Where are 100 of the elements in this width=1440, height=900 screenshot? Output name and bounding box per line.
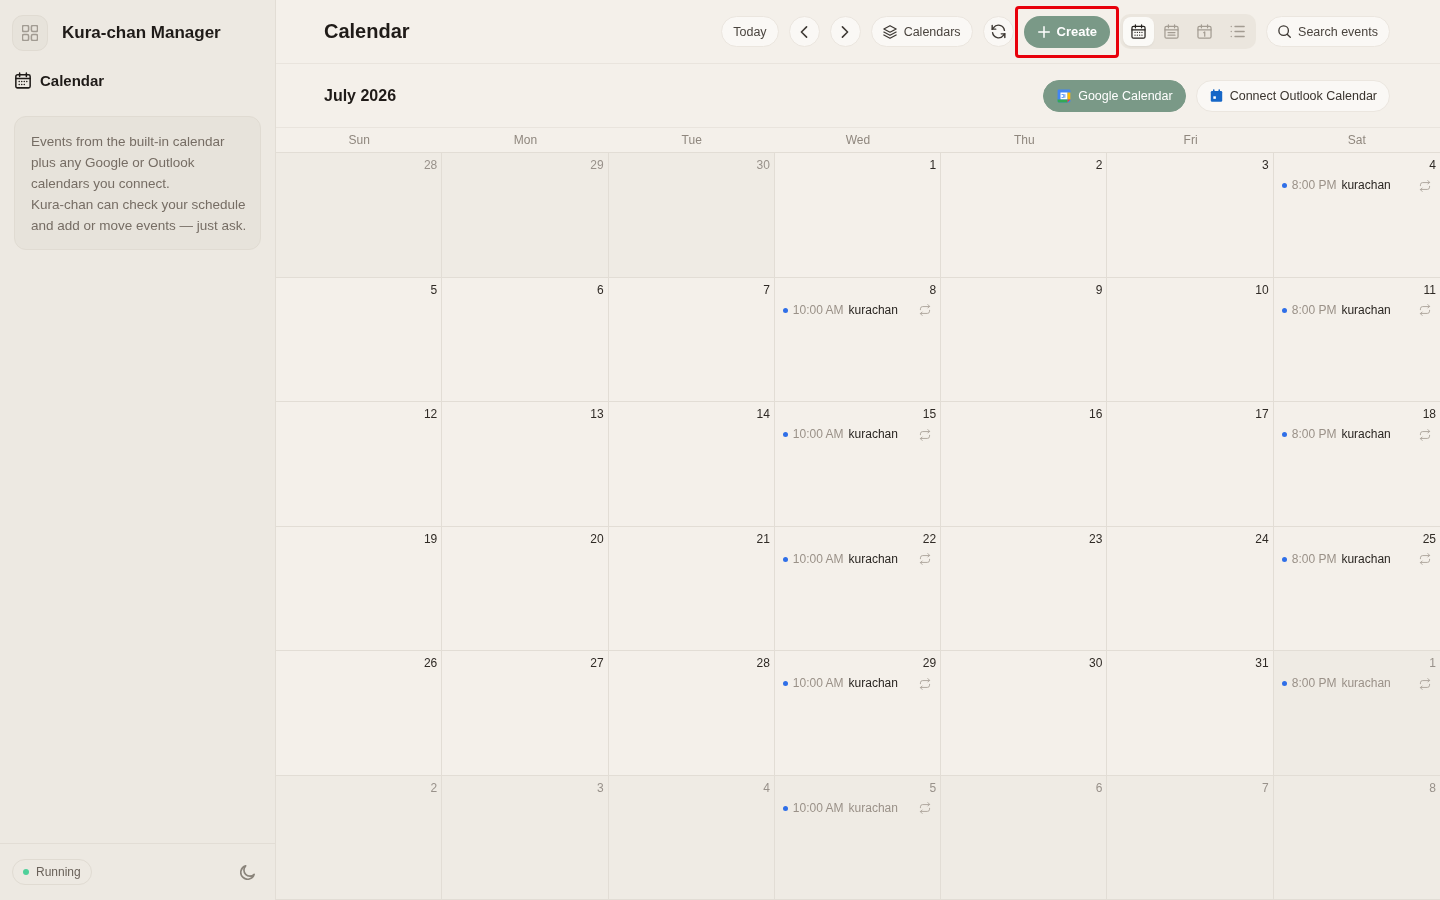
date-number: 8 — [1429, 780, 1436, 796]
event-time: 10:00 AM — [792, 302, 844, 318]
date-number: 6 — [1095, 780, 1103, 796]
event-time: 8:00 PM — [1291, 178, 1337, 193]
date-number: 4 — [763, 780, 770, 796]
moon-icon — [240, 864, 255, 880]
calendar-icon — [1209, 89, 1223, 102]
date-number: 5 — [430, 282, 438, 298]
date-number: 15 — [922, 407, 937, 422]
month-view-button[interactable] — [1123, 17, 1155, 46]
date-number: 2 — [1095, 158, 1103, 173]
date-number: 2 — [430, 780, 438, 796]
refresh-icon — [990, 24, 1006, 39]
calendar-lines-icon — [1164, 24, 1180, 39]
weekday-label: Thu — [1013, 133, 1035, 147]
event-time: 8:00 PM — [1291, 302, 1337, 318]
date-number: 27 — [590, 656, 604, 671]
date-number: 1 — [1429, 656, 1436, 671]
date-number: 19 — [423, 531, 438, 547]
date-number: 10 — [1255, 282, 1269, 298]
apps-button[interactable] — [12, 15, 48, 51]
event-dot-icon — [782, 556, 788, 562]
event-title[interactable]: kurachan — [1341, 551, 1391, 567]
date-number: 20 — [590, 531, 604, 547]
date-number: 4 — [1429, 158, 1436, 173]
calendars-button[interactable]: Calendars — [870, 16, 973, 47]
date-number: 31 — [1255, 656, 1269, 671]
date-number: 13 — [590, 407, 604, 422]
app-title: Kura-chan Manager — [62, 23, 221, 43]
event-time: 10:00 AM — [792, 676, 844, 691]
search-icon — [1278, 25, 1292, 38]
date-number: 28 — [423, 158, 438, 173]
date-number: 14 — [756, 407, 770, 422]
date-number: 25 — [1422, 531, 1436, 547]
event-time: 8:00 PM — [1291, 676, 1337, 691]
event-title[interactable]: kurachan — [1341, 302, 1391, 318]
weekday-label: Fri — [1183, 133, 1198, 147]
date-number: 22 — [922, 531, 937, 547]
theme-toggle-button[interactable] — [240, 864, 255, 880]
date-number: 29 — [922, 656, 937, 671]
page-title: Calendar — [324, 20, 410, 43]
weekday-label: Sat — [1347, 133, 1366, 147]
date-number: 9 — [1095, 282, 1103, 298]
layers-icon — [882, 24, 897, 39]
event-dot-icon — [782, 805, 788, 811]
event-time: 8:00 PM — [1291, 551, 1337, 567]
calendar-day-icon — [1197, 24, 1213, 39]
list-icon — [1230, 24, 1246, 39]
weekday-label: Sun — [348, 133, 370, 147]
event-dot-icon — [782, 307, 788, 313]
event-title[interactable]: kurachan — [848, 427, 898, 442]
date-number: 6 — [596, 282, 604, 298]
date-number: 23 — [1089, 531, 1103, 547]
next-button[interactable] — [829, 16, 861, 47]
date-number: 17 — [1255, 407, 1269, 422]
today-button[interactable]: Today — [721, 16, 779, 47]
nav-item[interactable]: Calendar — [15, 68, 105, 92]
date-number: 29 — [590, 158, 604, 173]
search-button[interactable]: Search events — [1266, 16, 1390, 47]
weekday-label: Tue — [681, 133, 702, 147]
previous-button[interactable] — [788, 16, 820, 47]
google-calendar-icon — [1057, 88, 1072, 103]
event-dot-icon — [1281, 681, 1287, 686]
date-number: 7 — [763, 282, 770, 298]
grid-icon — [22, 25, 38, 41]
date-number: 12 — [423, 407, 438, 422]
date-number: 24 — [1255, 531, 1269, 547]
event-time: 10:00 AM — [792, 551, 844, 567]
date-number: 30 — [1089, 656, 1103, 671]
event-title[interactable]: kurachan — [1341, 427, 1391, 442]
weekday-label: Mon — [513, 133, 538, 147]
event-dot-icon — [1281, 183, 1287, 188]
event-time: 8:00 PM — [1291, 427, 1337, 442]
info-text: Events from the built-in calendar plus any Google or Outlook calendars you connect. — [31, 132, 226, 193]
calendar-grid-icon — [1131, 24, 1147, 39]
event-dot-icon — [1281, 307, 1287, 313]
event-title[interactable]: kurachan — [848, 302, 898, 318]
date-number: 3 — [1262, 158, 1269, 173]
date-number: 5 — [929, 780, 937, 796]
date-number: 1 — [929, 158, 937, 173]
refresh-button[interactable] — [982, 16, 1014, 47]
weekday-label: Wed — [845, 133, 871, 147]
connect-calendar-button[interactable]: Connect Outlook Calendar — [1195, 79, 1390, 112]
plus-icon — [1037, 25, 1050, 38]
calendar-icon — [15, 71, 31, 89]
event-title[interactable]: kurachan — [848, 551, 898, 567]
event-time: 10:00 AM — [792, 800, 844, 816]
info-text: Kura-chan can check your schedule and add or move events — just ask. — [31, 195, 248, 235]
date-number: 16 — [1089, 407, 1103, 422]
event-dot-icon — [782, 681, 788, 686]
event-title[interactable]: kurachan — [1341, 178, 1391, 193]
date-number: 30 — [756, 158, 770, 173]
date-number: 21 — [756, 531, 770, 547]
date-number: 18 — [1422, 407, 1436, 422]
event-dot-icon — [782, 432, 788, 437]
date-number: 8 — [929, 282, 937, 298]
date-number: 7 — [1262, 780, 1269, 796]
event-title[interactable]: kurachan — [848, 676, 898, 691]
month-label: July 2026 — [324, 86, 397, 105]
status-label: Running — [36, 865, 81, 879]
